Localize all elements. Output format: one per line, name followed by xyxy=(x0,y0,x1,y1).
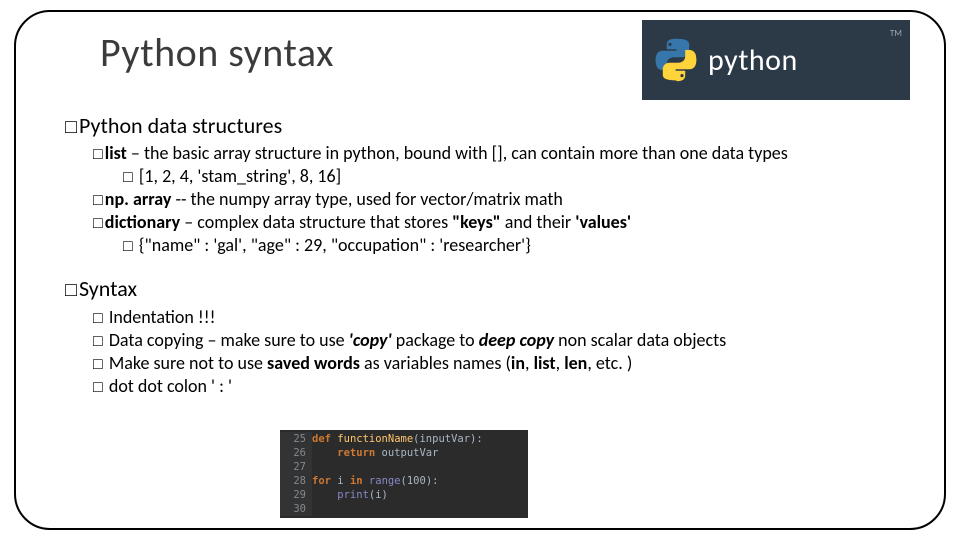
section-heading-syntax: □Syntax xyxy=(65,275,920,303)
bullet-square-icon: □ xyxy=(93,144,103,165)
bullet-square-icon: □ xyxy=(93,190,103,211)
bullet-square-icon: □ xyxy=(123,236,133,257)
bullet-square-icon: □ xyxy=(93,377,103,398)
tm-mark: TM xyxy=(890,28,902,39)
item-list-example: □ [1, 2, 4, 'stam_string', 8, 16] xyxy=(123,165,920,188)
item-saved-words: □ Make sure not to use saved words as va… xyxy=(93,352,920,375)
python-logo-icon xyxy=(654,38,698,82)
python-logo: python TM xyxy=(642,20,910,100)
bullet-square-icon: □ xyxy=(93,308,103,329)
bullet-square-icon: □ xyxy=(123,167,133,188)
item-dot-colon: □ dot dot colon ' : ' xyxy=(93,375,920,398)
section-heading-data-structures: □Python data structures xyxy=(65,112,920,140)
bullet-square-icon: □ xyxy=(93,354,103,375)
bullet-square-icon: □ xyxy=(93,331,103,352)
slide-body: □Python data structures □list – the basi… xyxy=(65,108,920,398)
item-data-copying: □ Data copying – make sure to use 'copy'… xyxy=(93,329,920,352)
slide: Python syntax python TM □Python data str… xyxy=(0,0,960,540)
item-list: □list – the basic array structure in pyt… xyxy=(93,142,920,165)
bullet-square-icon: □ xyxy=(65,115,77,140)
bullet-square-icon: □ xyxy=(93,213,103,234)
slide-title: Python syntax xyxy=(100,28,334,77)
bullet-square-icon: □ xyxy=(65,278,77,303)
item-nparray: □np. array -- the numpy array type, used… xyxy=(93,188,920,211)
item-indentation: □ Indentation !!! xyxy=(93,306,920,329)
item-dictionary-example: □ {"name" : 'gal', "age" : 29, "occupati… xyxy=(123,234,920,257)
python-logo-text: python xyxy=(708,42,798,79)
code-snippet: 25def functionName(inputVar): 26 return … xyxy=(280,430,528,518)
item-dictionary: □dictionary – complex data structure tha… xyxy=(93,211,920,234)
